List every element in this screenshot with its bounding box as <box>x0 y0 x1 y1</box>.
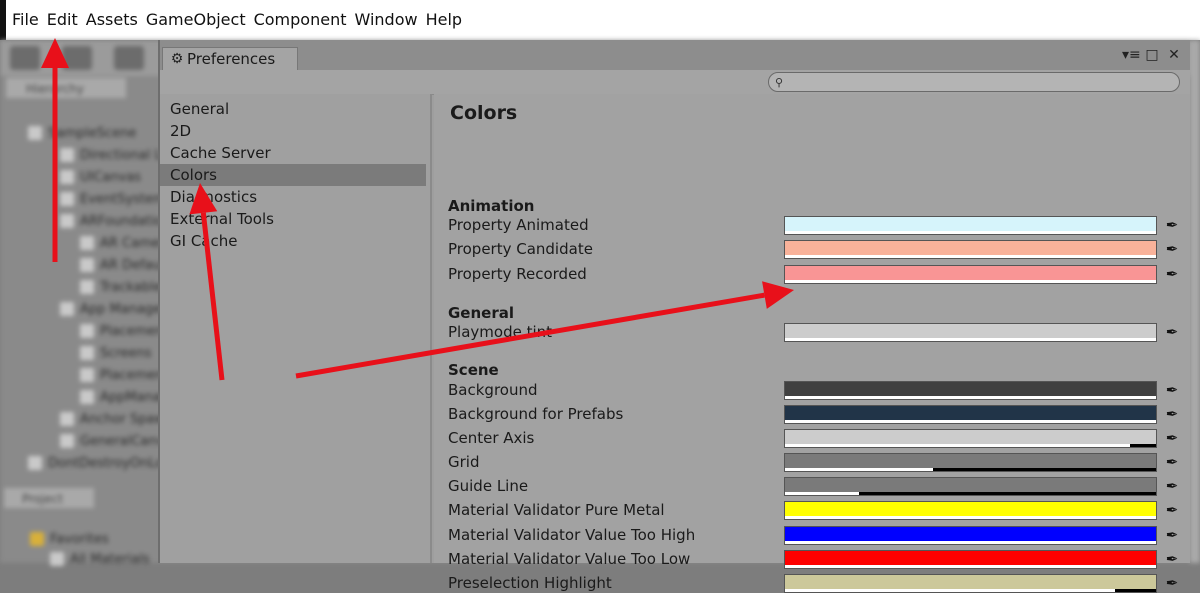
annotation-arrows <box>41 38 794 381</box>
eyedropper-icon[interactable]: ✒ <box>1163 574 1181 592</box>
arrow-to-edit-head <box>41 38 69 68</box>
color-swatch[interactable] <box>784 574 1157 593</box>
arrow-to-playmode-tint-shaft <box>295 292 765 379</box>
color-label: Preselection Highlight <box>448 574 612 592</box>
arrow-to-colors-head <box>189 183 218 215</box>
arrow-to-playmode-tint-head <box>762 281 794 309</box>
alpha-bar <box>785 565 1156 568</box>
alpha-bar <box>785 589 1116 592</box>
alpha-bar-remainder <box>1115 589 1156 592</box>
arrow-to-colors-shaft <box>200 212 225 381</box>
